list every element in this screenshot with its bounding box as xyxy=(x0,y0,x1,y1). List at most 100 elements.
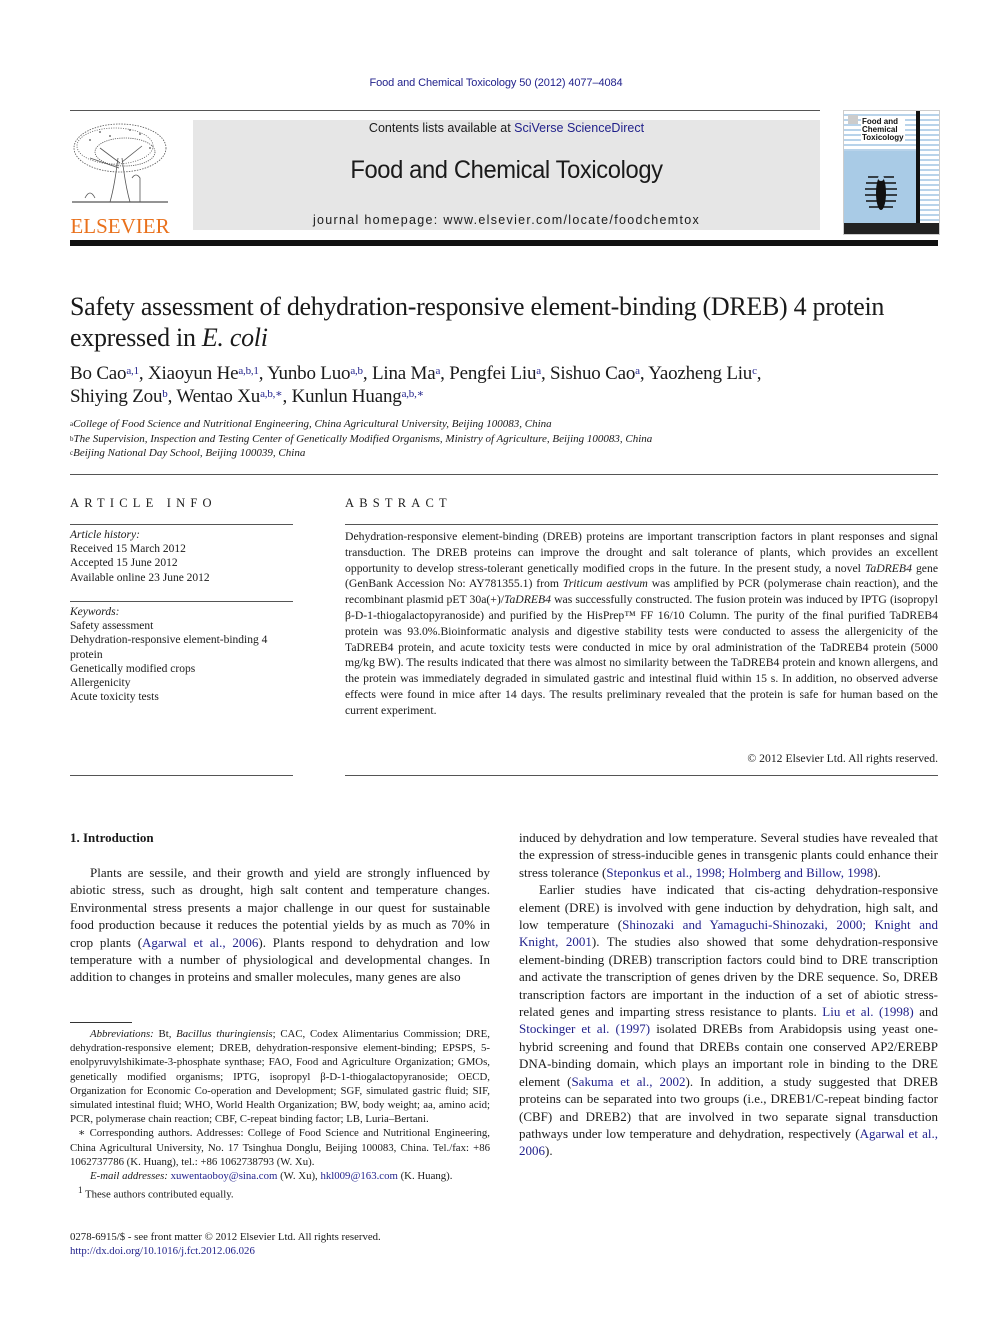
header-divider xyxy=(70,240,938,246)
contents-prefix: Contents lists available at xyxy=(368,121,515,135)
cover-figure-icon xyxy=(865,175,897,210)
author[interactable]: Sishuo Cao xyxy=(550,363,635,384)
footnotes: Abbreviations: Bt, Bacillus thuringiensi… xyxy=(70,1027,490,1202)
author-affiliation-mark[interactable]: a xyxy=(536,365,541,377)
abstract-segment: was successfully constructed. The fusion… xyxy=(345,593,938,717)
article-title: Safety assessment of dehydration-respons… xyxy=(70,291,940,353)
cover-title-line: Toxicology xyxy=(862,133,904,142)
abstract-copyright: © 2012 Elsevier Ltd. All rights reserved… xyxy=(747,752,938,765)
author[interactable]: Wentao Xu xyxy=(176,386,260,407)
elsevier-tree-icon xyxy=(72,123,168,203)
cover-title: Food and Chemical Toxicology xyxy=(861,117,905,143)
body-column-right: induced by dehydration and low temperatu… xyxy=(519,829,938,1160)
text-segment: (W. Xu), xyxy=(277,1170,321,1183)
author[interactable]: Yaozheng Liu xyxy=(648,363,752,384)
divider xyxy=(70,524,293,525)
keywords-label: Keywords: xyxy=(70,606,120,618)
section-heading: 1. Introduction xyxy=(70,830,154,845)
abbreviations-footnote: Abbreviations: Bt, Bacillus thuringiensi… xyxy=(70,1027,490,1126)
author[interactable]: Xiaoyun He xyxy=(148,363,239,384)
plasmid-gene-name: TaDREB4 xyxy=(504,593,552,607)
cover-small-logo xyxy=(848,115,858,124)
cover-bar xyxy=(916,111,920,234)
affiliation-text: College of Food Science and Nutritional … xyxy=(73,418,552,430)
author-affiliation-mark[interactable]: a,b,∗ xyxy=(260,388,283,400)
author-affiliation-mark[interactable]: a xyxy=(435,365,440,377)
divider xyxy=(70,110,820,111)
abstract-segment: Dehydration-responsive element-binding (… xyxy=(345,530,938,575)
author[interactable]: Bo Cao xyxy=(70,363,127,384)
affiliation: bThe Supervision, Inspection and Testing… xyxy=(70,432,940,447)
divider xyxy=(345,775,938,776)
keyword: Dehydration-responsive element-binding 4… xyxy=(70,634,268,661)
author-affiliation-mark[interactable]: a,b,1 xyxy=(238,365,259,377)
author-list: Bo Caoa,1, Xiaoyun Hea,b,1, Yunbo Luoa,b… xyxy=(70,363,762,407)
sciencedirect-link[interactable]: SciVerse ScienceDirect xyxy=(514,121,644,135)
text-segment: These authors contributed equally. xyxy=(82,1188,234,1201)
affiliations: aCollege of Food Science and Nutritional… xyxy=(70,417,940,461)
reference-link[interactable]: Sakuma et al., 2002 xyxy=(571,1074,685,1089)
affiliation-text: Beijing National Day School, Beijing 100… xyxy=(73,447,306,459)
divider xyxy=(70,474,938,475)
text-segment: ; CAC, Codex Alimentarius Commission; DR… xyxy=(70,1028,490,1126)
author-affiliation-mark[interactable]: a xyxy=(635,365,640,377)
author-affiliation-mark[interactable]: c xyxy=(752,365,757,377)
divider xyxy=(345,524,938,525)
email-link[interactable]: hkl009@163.com xyxy=(320,1170,397,1182)
footnote-divider xyxy=(70,1022,132,1023)
author[interactable]: Lina Ma xyxy=(372,363,436,384)
divider xyxy=(70,775,293,776)
history-label: Article history: xyxy=(70,529,140,541)
email-label: E-mail addresses: xyxy=(90,1170,168,1183)
title-organism: E. coli xyxy=(201,323,268,352)
journal-cover-thumbnail[interactable]: Food and Chemical Toxicology xyxy=(843,110,940,235)
elsevier-wordmark: ELSEVIER xyxy=(70,214,170,238)
text-segment: Bt, xyxy=(153,1028,177,1040)
author-affiliation-mark[interactable]: b xyxy=(162,388,168,400)
elsevier-logo[interactable]: ELSEVIER xyxy=(70,118,170,237)
issn-copyright: 0278-6915/$ - see front matter © 2012 El… xyxy=(70,1231,381,1243)
body-column-left: Plants are sessile, and their growth and… xyxy=(70,864,490,986)
gene-name: TaDREB4 xyxy=(864,561,912,575)
journal-citation-link[interactable]: Food and Chemical Toxicology 50 (2012) 4… xyxy=(0,77,992,89)
reference-link[interactable]: Liu et al. (1998) xyxy=(822,1004,913,1019)
corresponding-footnote: ∗ Corresponding authors. Addresses: Coll… xyxy=(70,1127,490,1168)
article-info-heading: ARTICLE INFO xyxy=(70,496,217,510)
keyword: Safety assessment xyxy=(70,620,154,633)
email-footnote: E-mail addresses: xuwentaoboy@sina.com (… xyxy=(70,1169,490,1183)
keyword: Genetically modified crops xyxy=(70,662,196,675)
author-affiliation-mark[interactable]: a,1 xyxy=(126,365,139,377)
abbreviations-label: Abbreviations: xyxy=(90,1028,154,1040)
abstract-text: Dehydration-responsive element-binding (… xyxy=(345,529,938,719)
body-paragraph: induced by dehydration and low temperatu… xyxy=(519,829,938,881)
author[interactable]: Yunbo Luo xyxy=(267,363,350,384)
journal-name: Food and Chemical Toxicology xyxy=(350,156,663,184)
author-affiliation-mark[interactable]: a,b xyxy=(350,365,363,377)
title-main: Safety assessment of dehydration-respons… xyxy=(70,292,885,352)
history-item: Available online 23 June 2012 xyxy=(70,571,210,584)
species-name: Bacillus thuringiensis xyxy=(176,1028,273,1040)
article-history: Article history: Received 15 March 2012 … xyxy=(70,528,295,585)
reference-link[interactable]: Stockinger et al. (1997) xyxy=(519,1021,650,1036)
affiliation-text: The Supervision, Inspection and Testing … xyxy=(73,432,653,445)
author-affiliation-mark[interactable]: a,b,∗ xyxy=(402,388,425,400)
body-paragraph: Earlier studies have indicated that cis-… xyxy=(519,881,938,1160)
email-link[interactable]: xuwentaoboy@sina.com xyxy=(171,1170,278,1182)
journal-homepage-link[interactable]: journal homepage: www.elsevier.com/locat… xyxy=(193,213,820,227)
keyword: Allergenicity xyxy=(70,677,131,690)
divider xyxy=(70,601,293,602)
author[interactable]: Shiying Zou xyxy=(70,386,162,407)
keyword: Acute toxicity tests xyxy=(70,691,159,704)
species-name: Triticum aestivum xyxy=(562,577,648,591)
reference-link[interactable]: Steponkus et al., 1998; Holmberg and Bil… xyxy=(606,865,873,880)
text-segment: ). xyxy=(545,1143,553,1159)
reference-link[interactable]: Agarwal et al., 2006 xyxy=(142,935,258,950)
front-matter: 0278-6915/$ - see front matter © 2012 El… xyxy=(70,1230,490,1258)
text-segment: ). xyxy=(873,864,881,880)
author[interactable]: Kunlun Huang xyxy=(292,386,402,407)
keywords: Keywords: Safety assessment Dehydration-… xyxy=(70,605,295,704)
author[interactable]: Pengfei Liu xyxy=(449,363,536,384)
doi-link[interactable]: http://dx.doi.org/10.1016/j.fct.2012.06.… xyxy=(70,1245,255,1257)
contents-line: Contents lists available at SciVerse Sci… xyxy=(193,121,820,135)
body-paragraph: Plants are sessile, and their growth and… xyxy=(70,864,490,986)
